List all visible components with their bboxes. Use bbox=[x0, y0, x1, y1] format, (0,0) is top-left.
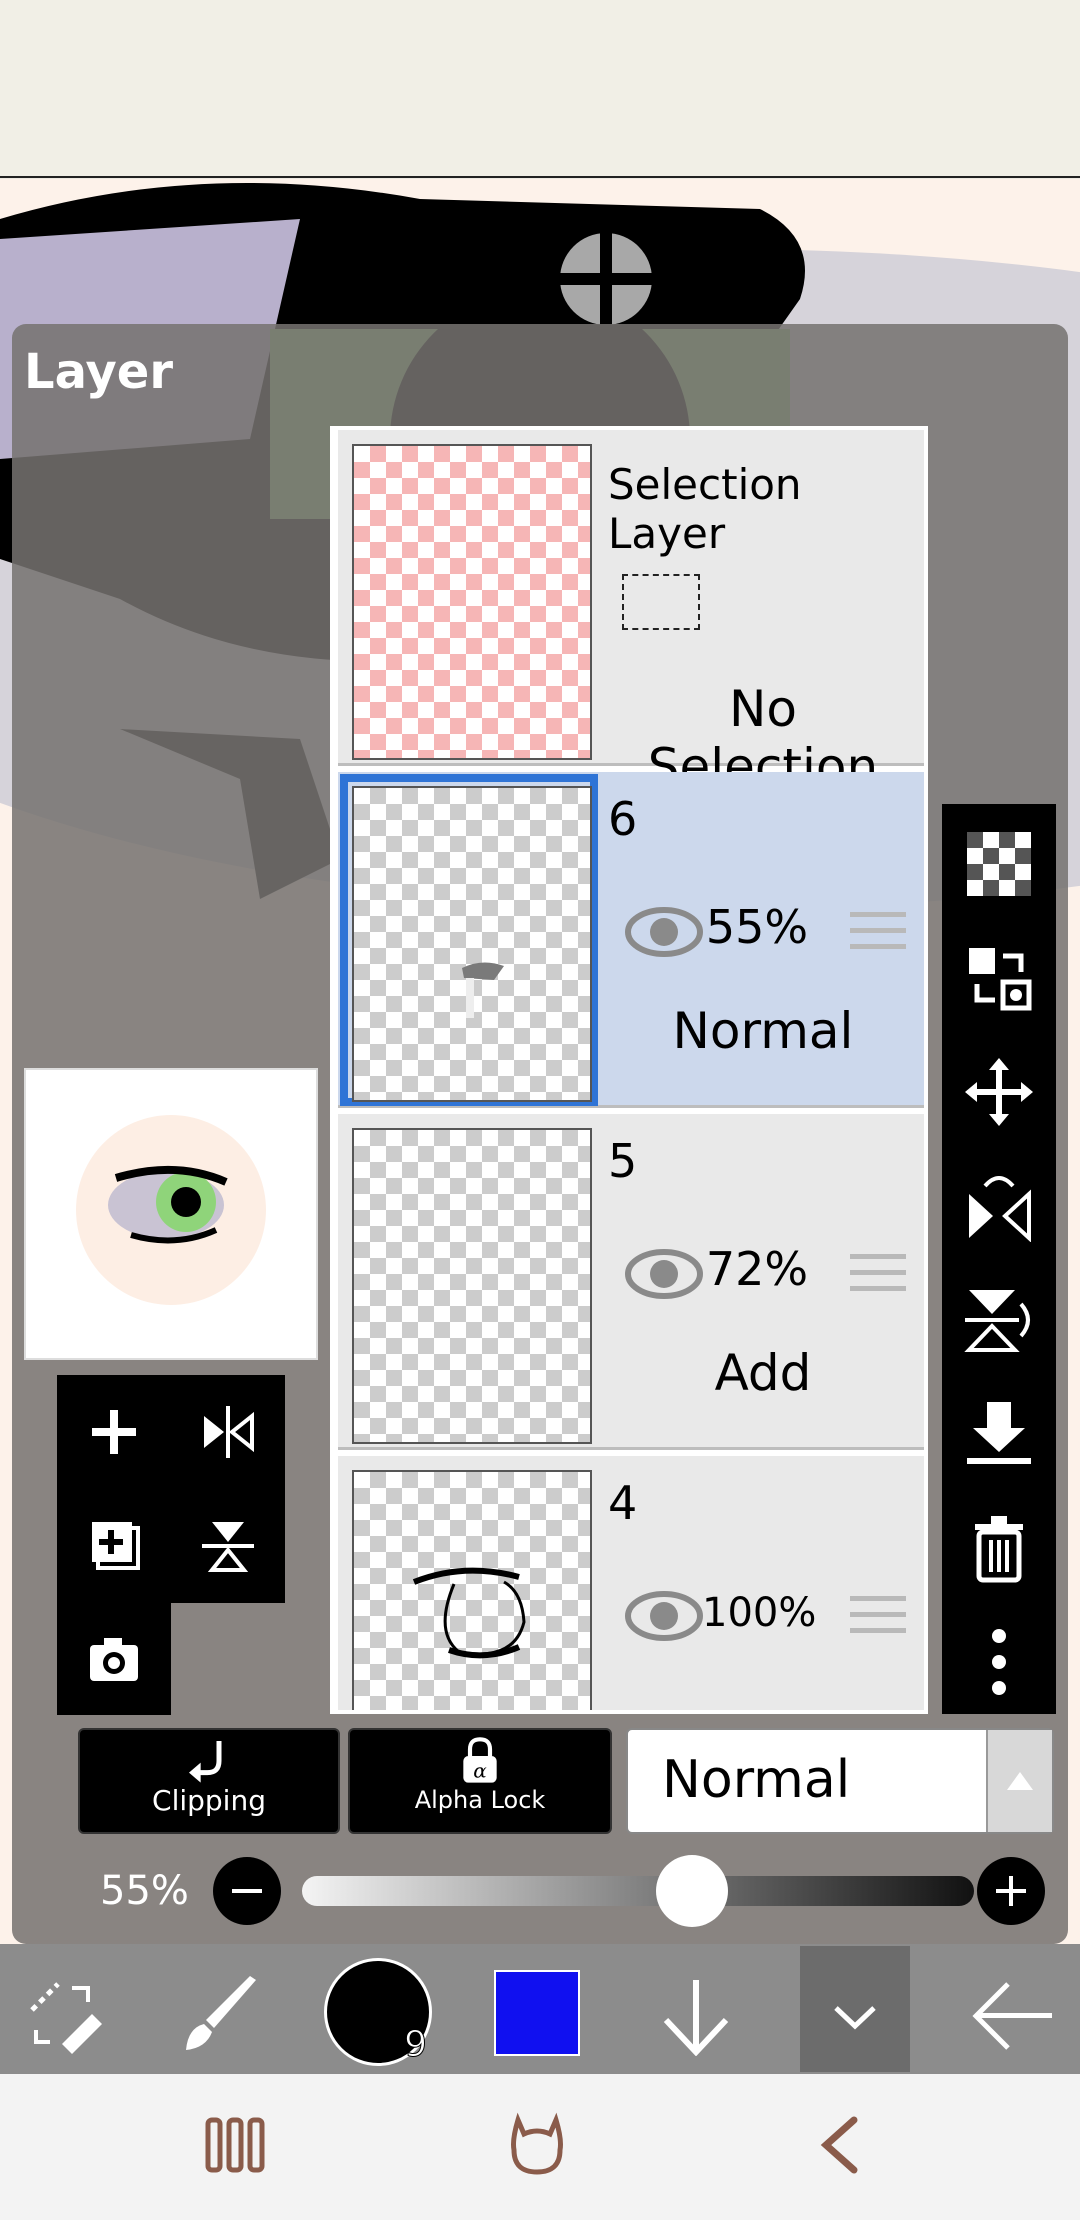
chevron-down-icon bbox=[834, 2006, 876, 2030]
layer-list[interactable]: Selection Layer No Selection 6 55% Norma… bbox=[330, 426, 928, 1714]
canvas-preview bbox=[24, 1068, 318, 1360]
layer-name: Selection Layer bbox=[608, 460, 802, 558]
layer-name: 6 bbox=[608, 792, 638, 846]
blend-mode-value: Normal bbox=[662, 1750, 851, 1810]
flip-horizontal-icon bbox=[204, 1406, 254, 1458]
selection-layer-row[interactable]: Selection Layer No Selection bbox=[338, 430, 924, 796]
trash-icon bbox=[975, 1516, 1023, 1583]
flip-vertical-icon bbox=[202, 1522, 254, 1572]
layer-thumbnail bbox=[352, 786, 592, 1102]
layer-row[interactable]: 6 55% Normal bbox=[338, 772, 924, 1108]
clipping-icon bbox=[189, 1741, 222, 1783]
more-options-button[interactable] bbox=[942, 1612, 1056, 1712]
add-copy-layer-button[interactable] bbox=[57, 1489, 171, 1603]
layer-thumbnail bbox=[352, 1128, 592, 1444]
back-icon[interactable] bbox=[810, 2114, 870, 2176]
layer-opacity: 100% bbox=[702, 1590, 817, 1636]
flip-horizontal-button[interactable] bbox=[942, 1156, 1056, 1256]
home-icon[interactable] bbox=[504, 2112, 570, 2178]
layer-name: 5 bbox=[608, 1134, 638, 1188]
panel-title: Layer bbox=[24, 344, 174, 400]
slider-knob[interactable] bbox=[656, 1855, 728, 1927]
layer-opacity: 55% bbox=[705, 900, 809, 954]
brush-size-value: 9 bbox=[404, 2024, 428, 2066]
move-button[interactable] bbox=[942, 1042, 1056, 1142]
triangle-up-icon bbox=[1007, 1772, 1033, 1790]
visibility-eye-icon[interactable] bbox=[624, 1586, 704, 1646]
opacity-percent: 55% bbox=[100, 1868, 189, 1914]
selection-marquee-icon bbox=[622, 574, 700, 630]
layer-name: 4 bbox=[608, 1476, 638, 1530]
visibility-eye-icon[interactable] bbox=[624, 1244, 704, 1304]
flip-layer-vertical-button[interactable] bbox=[171, 1489, 285, 1603]
opacity-slider[interactable] bbox=[302, 1855, 974, 1927]
clipping-label: Clipping bbox=[152, 1784, 266, 1817]
drag-handle-icon[interactable] bbox=[850, 1596, 906, 1640]
merge-down-icon bbox=[967, 1402, 1031, 1464]
more-icon bbox=[992, 1629, 1006, 1695]
flip-horizontal-icon bbox=[969, 1176, 1031, 1242]
flip-vertical-button[interactable] bbox=[942, 1270, 1056, 1370]
back-arrow-icon[interactable] bbox=[968, 1978, 1054, 2054]
brush-size-button[interactable]: 9 bbox=[324, 1958, 432, 2066]
layer-swap-icon bbox=[969, 948, 1032, 1011]
opacity-row: 55% bbox=[12, 1846, 1068, 1936]
flip-layer-horizontal-button[interactable] bbox=[171, 1375, 285, 1489]
collapse-button[interactable] bbox=[800, 1946, 910, 2072]
layer-row[interactable]: 5 72% Add bbox=[338, 1114, 924, 1450]
plus-icon[interactable] bbox=[976, 1856, 1046, 1926]
blend-mode-select[interactable]: Normal bbox=[626, 1728, 1054, 1834]
layer-row[interactable]: 4 100% bbox=[338, 1456, 924, 1710]
transparency-button[interactable] bbox=[942, 814, 1056, 914]
transparency-icon bbox=[967, 832, 1031, 896]
minus-icon[interactable] bbox=[212, 1856, 282, 1926]
clipping-button[interactable]: Clipping bbox=[78, 1728, 340, 1834]
flip-vertical-icon bbox=[964, 1290, 1030, 1352]
transform-icon[interactable] bbox=[22, 1974, 106, 2058]
brush-icon[interactable] bbox=[178, 1972, 264, 2058]
layer-blend-mode: Normal bbox=[672, 1002, 854, 1060]
add-copy-layer-icon bbox=[92, 1522, 140, 1570]
svg-text:α: α bbox=[473, 1759, 487, 1783]
drag-handle-icon[interactable] bbox=[850, 1254, 906, 1298]
top-bar bbox=[0, 0, 1080, 178]
recent-apps-icon[interactable] bbox=[204, 2114, 266, 2176]
add-layer-icon bbox=[92, 1410, 136, 1454]
system-nav-bar bbox=[0, 2074, 1080, 2220]
lock-icon: α bbox=[463, 1737, 497, 1783]
right-toolbar bbox=[942, 804, 1056, 1714]
add-layer-button[interactable] bbox=[57, 1375, 171, 1489]
color-swatch[interactable] bbox=[494, 1970, 580, 2056]
alpha-lock-label: Alpha Lock bbox=[414, 1786, 546, 1814]
visibility-eye-icon[interactable] bbox=[624, 902, 704, 962]
bottom-toolbar: 9 bbox=[0, 1944, 1080, 2074]
blend-mode-dropdown[interactable] bbox=[986, 1730, 1052, 1832]
camera-button[interactable] bbox=[57, 1603, 171, 1715]
camera-icon bbox=[90, 1638, 138, 1681]
merge-down-button[interactable] bbox=[942, 1384, 1056, 1484]
layer-swap-button[interactable] bbox=[942, 928, 1056, 1028]
layer-opacity: 72% bbox=[705, 1242, 809, 1296]
move-icon bbox=[965, 1058, 1033, 1126]
alpha-lock-button[interactable]: α Alpha Lock bbox=[348, 1728, 612, 1834]
drag-handle-icon[interactable] bbox=[850, 912, 906, 956]
selection-layer-thumbnail bbox=[352, 444, 592, 760]
delete-layer-button[interactable] bbox=[942, 1498, 1056, 1598]
layer-thumbnail bbox=[352, 1470, 592, 1710]
arrow-down-icon[interactable] bbox=[656, 1976, 736, 2056]
layer-blend-mode: Add bbox=[714, 1344, 812, 1402]
